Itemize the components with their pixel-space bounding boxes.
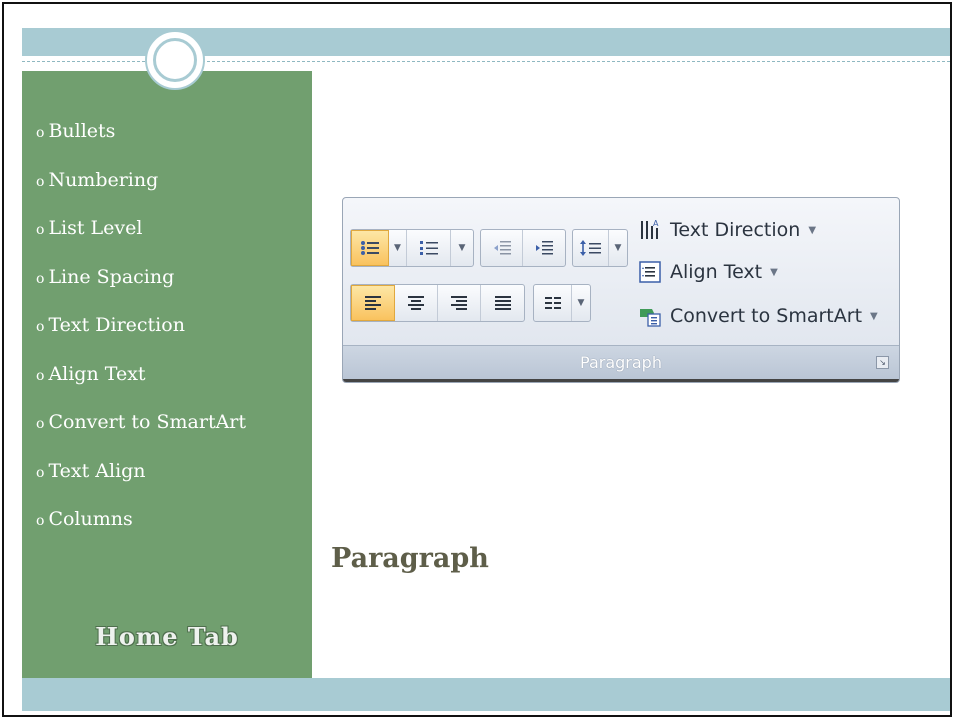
list-item: o List Level (36, 213, 246, 262)
chevron-down-icon: ▼ (870, 310, 878, 322)
list-item-label: Line Spacing (48, 265, 175, 288)
justify-icon (494, 296, 511, 310)
alignment-button-group (350, 284, 525, 322)
bullet-marker: o (36, 513, 45, 529)
bullets-icon (361, 241, 379, 255)
list-item-label: Convert to SmartArt (48, 411, 247, 433)
list-item-label: Text Direction (48, 314, 185, 336)
smartart-icon (638, 304, 662, 328)
chevron-down-icon: ▼ (458, 243, 466, 253)
increase-indent-icon (536, 241, 553, 255)
align-text-icon (638, 260, 662, 284)
decrease-indent-icon (493, 241, 511, 255)
convert-to-smartart-label: Convert to SmartArt (670, 305, 863, 327)
bullet-marker: o (36, 416, 45, 432)
align-right-icon (451, 296, 467, 310)
bullet-marker: o (36, 270, 45, 287)
columns-button-group: ▼ (533, 284, 591, 322)
list-item: o Columns (36, 504, 246, 553)
list-item: o Convert to SmartArt (36, 407, 246, 456)
increase-indent-button[interactable] (523, 230, 565, 266)
list-button-group: ▼ ▼ (350, 229, 474, 267)
decrease-indent-button[interactable] (481, 230, 523, 266)
convert-to-smartart-button[interactable]: Convert to SmartArt ▼ (638, 304, 878, 328)
line-spacing-dropdown-button[interactable]: ▼ (609, 230, 627, 266)
justify-button[interactable] (481, 285, 524, 321)
align-left-button[interactable] (351, 285, 395, 321)
list-item-label: Columns (48, 508, 133, 530)
list-item: o Text Align (36, 456, 246, 505)
chevron-down-icon: ▼ (577, 298, 585, 308)
bottom-band (22, 678, 950, 711)
list-item-label: Align Text (48, 362, 146, 385)
align-text-button[interactable]: Align Text ▼ (638, 260, 778, 284)
line-spacing-icon (579, 240, 601, 256)
bullets-dropdown-button[interactable]: ▼ (389, 230, 407, 266)
line-spacing-button[interactable] (573, 230, 609, 266)
list-item-label: Text Align (48, 459, 146, 482)
chevron-down-icon: ▼ (614, 243, 622, 253)
list-item: o Align Text (36, 359, 246, 408)
paragraph-ribbon-group: ▼ ▼ ▼ ▼ A Text Direction ▼ Align Text ▼ … (342, 197, 900, 383)
bullets-button[interactable] (351, 230, 389, 266)
bullet-marker: o (36, 367, 45, 384)
text-direction-label: Text Direction (670, 219, 801, 241)
list-item: o Bullets (36, 116, 246, 165)
list-item: o Line Spacing (36, 262, 246, 311)
text-direction-button[interactable]: A Text Direction ▼ (638, 218, 816, 242)
chevron-down-icon: ▼ (770, 266, 778, 278)
ribbon-group-footer: Paragraph ↘ (343, 345, 899, 382)
ribbon-bottom-edge (343, 379, 899, 382)
decorative-circle (145, 30, 205, 90)
center-button[interactable] (395, 285, 438, 321)
list-item-label: Numbering (48, 168, 159, 191)
home-tab-label: Home Tab (95, 622, 239, 651)
center-icon (408, 296, 424, 310)
dialog-launcher-icon[interactable]: ↘ (876, 356, 889, 369)
slide-title: Paragraph (331, 543, 489, 574)
columns-dropdown-button[interactable]: ▼ (572, 285, 590, 321)
list-item: o Numbering (36, 165, 246, 214)
list-item: o Text Direction (36, 310, 246, 359)
bullet-marker: o (36, 125, 45, 141)
chevron-down-icon: ▼ (808, 224, 817, 236)
bullet-marker: o (36, 173, 45, 190)
columns-button[interactable] (534, 285, 572, 321)
numbering-icon (419, 241, 438, 255)
indent-button-group (480, 229, 566, 267)
list-item-label: List Level (48, 217, 143, 239)
align-text-label: Align Text (670, 261, 763, 283)
feature-list: o Bullets o Numbering o List Level o Line Sp… (36, 116, 246, 553)
columns-icon (544, 297, 561, 309)
numbering-button[interactable] (407, 230, 451, 266)
bullet-marker: o (36, 319, 45, 335)
chevron-down-icon: ▼ (394, 243, 401, 253)
bullet-marker: o (36, 464, 45, 481)
svg-text:A: A (653, 219, 659, 228)
line-spacing-button-group: ▼ (572, 229, 628, 267)
list-item-label: Bullets (48, 120, 116, 142)
text-direction-icon: A (638, 218, 662, 242)
ribbon-group-label: Paragraph (580, 353, 662, 372)
numbering-dropdown-button[interactable]: ▼ (451, 230, 473, 266)
bullet-marker: o (36, 222, 45, 238)
align-right-button[interactable] (438, 285, 481, 321)
align-left-icon (365, 296, 381, 310)
decorative-circle-inner (153, 38, 197, 82)
